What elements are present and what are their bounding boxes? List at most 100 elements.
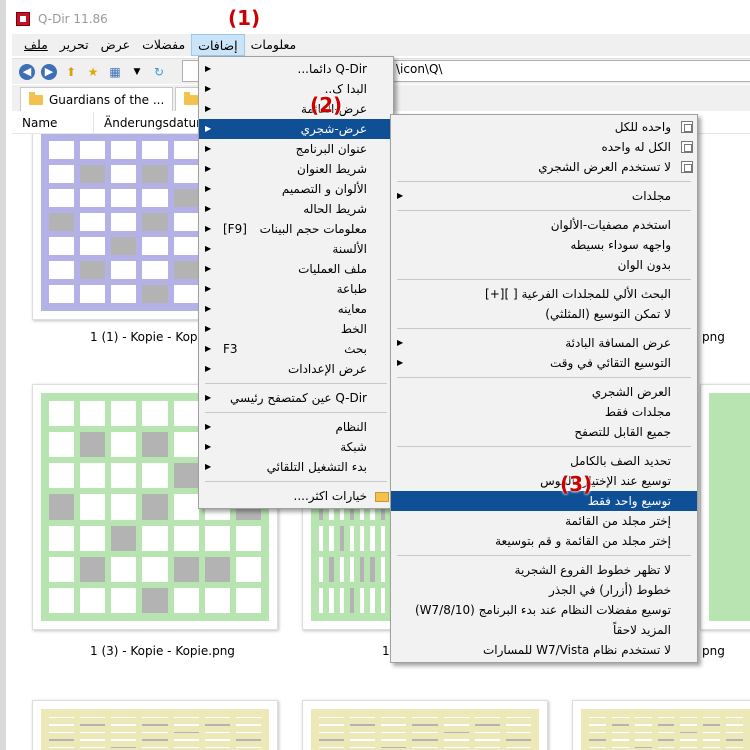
menu-favorites[interactable]: مفضلات — [136, 34, 191, 56]
file-thumbnail[interactable] — [572, 700, 750, 750]
thumbnail-cell — [49, 189, 75, 207]
menu-item[interactable]: Q-Dir دائما... ▶ — [199, 59, 393, 79]
menu-item[interactable]: الألوان و التصميم ▶ — [199, 179, 393, 199]
menu-item[interactable]: Q-Dir عين كمتصفح رئيسي ▶ — [199, 388, 393, 408]
menu-item[interactable]: شريط الحاله ▶ — [199, 199, 393, 219]
thumbnail-cell — [173, 141, 199, 159]
file-thumbnail[interactable] — [700, 384, 750, 630]
folder-icon — [29, 91, 43, 105]
menu-item[interactable]: واجهه سوداء بسيطه — [391, 235, 697, 255]
menu-item[interactable]: البحث الألي للمجلدات الفرعية [ ][+] — [391, 284, 697, 304]
tab-guardians[interactable]: Guardians of the ... — [20, 87, 174, 111]
thumbnail-cell — [142, 463, 168, 489]
menu-item[interactable]: واحده للكل — [391, 117, 697, 137]
menu-item[interactable]: شريط العنوان ▶ — [199, 159, 393, 179]
up-folder-button[interactable]: ⬆ — [62, 63, 80, 81]
menu-file[interactable]: ملف — [18, 34, 54, 56]
menu-item[interactable]: عرض الإعدادات ▶ — [199, 359, 393, 379]
thumbnail-cell — [319, 717, 345, 719]
thumbnail-cell — [204, 739, 230, 741]
favorites-button[interactable]: ★ — [84, 63, 102, 81]
file-name[interactable]: png — [702, 644, 725, 658]
menu-item[interactable]: عنوان البرنامج ▶ — [199, 139, 393, 159]
menu-item[interactable]: توسيع عند الإختيار بالموس — [391, 471, 697, 491]
menu-item[interactable]: لا تمكن التوسيع (المثلثي) — [391, 304, 697, 324]
submenu-arrow-icon: ▶ — [205, 364, 212, 373]
menu-item[interactable]: الألسنة ▶ — [199, 239, 393, 259]
file-name[interactable]: 1 — [382, 644, 390, 658]
refresh-button[interactable]: ↻ — [150, 63, 168, 81]
menu-item-label: لا تستخدم العرض الشجري — [538, 160, 671, 174]
menu-item[interactable]: توسيع واحد فقط — [391, 491, 697, 511]
menu-item[interactable]: توسيع مفضلات النظام عند بدء البرنامج (W7… — [391, 600, 697, 620]
menu-item[interactable]: طباعة ▶ — [199, 279, 393, 299]
thumbnail-cell — [111, 731, 137, 734]
menu-item[interactable]: خيارات اكثر.... — [199, 486, 393, 506]
menu-item[interactable]: إختر مجلد من القائمة و قم بتوسيعة — [391, 531, 697, 551]
menu-item[interactable]: لا تستخدم نظام W7/Vista للمسارات — [391, 640, 697, 660]
menu-item[interactable]: ملف العمليات ▶ — [199, 259, 393, 279]
thumbnail-cell — [329, 525, 334, 551]
menu-edit[interactable]: تحرير — [54, 34, 95, 56]
menu-item[interactable]: عرض-القائمة ▶ — [199, 99, 393, 119]
menu-item-label: تحديد الصف بالكامل — [570, 454, 671, 468]
menu-item[interactable]: عرض المسافة البادئة ▶ — [391, 333, 697, 353]
file-thumbnail[interactable] — [32, 700, 278, 750]
back-button[interactable]: ◀ — [18, 63, 36, 81]
menu-item-label: إختر مجلد من القائمة و قم بتوسيعة — [495, 534, 671, 548]
thumbnail-cell — [412, 724, 438, 726]
forward-button[interactable]: ▶ — [40, 63, 58, 81]
thumbnail-cell — [80, 189, 106, 207]
thumbnail-cell — [173, 432, 199, 458]
menu-item[interactable]: بدء التشغيل التلقائي ▶ — [199, 457, 393, 477]
thumbnail-cell — [381, 724, 407, 726]
menu-item[interactable]: النظام ▶ — [199, 417, 393, 437]
menu-item[interactable]: جميع القابل للتصفح — [391, 422, 697, 442]
thumbnail-cell — [80, 237, 106, 255]
menu-item[interactable]: العرض الشجري — [391, 382, 697, 402]
menu-item[interactable]: بحث F3 ▶ — [199, 339, 393, 359]
menu-item[interactable]: الخط ▶ — [199, 319, 393, 339]
view-mode-dropdown[interactable]: ▼ — [128, 63, 146, 81]
menu-item-label: معاينه — [337, 302, 367, 316]
menu-item[interactable]: استخدم مصفيات-الألوان — [391, 215, 697, 235]
menu-item[interactable]: إختر مجلد من القائمة — [391, 511, 697, 531]
file-name[interactable]: png — [702, 330, 725, 344]
menu-item-label: إختر مجلد من القائمة — [565, 514, 671, 528]
thumbnail-cell — [235, 724, 261, 726]
thumbnail-cell — [611, 724, 629, 726]
menu-item-label: طباعة — [336, 282, 367, 296]
menu-item[interactable]: البدا ک.. ▶ — [199, 79, 393, 99]
menu-item[interactable]: لا تظهر خطوط الفروع الشجرية — [391, 560, 697, 580]
menu-item-label: توسيع واحد فقط — [587, 494, 671, 508]
menu-item[interactable]: تحديد الصف بالكامل — [391, 451, 697, 471]
menu-item[interactable]: مجلدات ▶ — [391, 186, 697, 206]
menu-item[interactable]: شبكة ▶ — [199, 437, 393, 457]
menu-item[interactable]: معلومات حجم البينات [F9] ▶ — [199, 219, 393, 239]
menu-view[interactable]: عرض — [95, 34, 136, 56]
menu-item[interactable]: التوسيع التقائي في وقت ▶ — [391, 353, 697, 373]
menu-extras[interactable]: إضافات — [191, 34, 245, 56]
menu-item[interactable]: المزيد لاحقاً — [391, 620, 697, 640]
file-thumbnail[interactable] — [302, 700, 548, 750]
menu-info[interactable]: معلومات — [245, 34, 303, 56]
menu-item-label: المزيد لاحقاً — [613, 623, 671, 637]
menu-item[interactable]: عرض-شجري ▶ — [199, 119, 393, 139]
thumbnail-cell — [350, 717, 376, 719]
thumbnail-cell — [474, 739, 500, 741]
menu-item[interactable]: الكل له واحده — [391, 137, 697, 157]
menu-item[interactable]: معاينه ▶ — [199, 299, 393, 319]
menu-item-label: الألوان و التصميم — [281, 182, 367, 196]
menu-item[interactable]: بدون الوان — [391, 255, 697, 275]
column-date[interactable]: Änderungsdatum — [94, 111, 208, 134]
thumbnail-cell — [142, 165, 168, 183]
menu-separator — [397, 446, 691, 447]
file-name[interactable]: 1 (3) - Kopie - Kopie.png — [90, 644, 235, 658]
thumbnail-cell — [142, 717, 168, 719]
menu-item[interactable]: خطوط (أزرار) في الجذر — [391, 580, 697, 600]
submenu-arrow-icon: ▶ — [205, 164, 212, 173]
view-mode-button[interactable]: ▦ — [106, 63, 124, 81]
column-name[interactable]: Name — [12, 111, 94, 134]
menu-item[interactable]: لا تستخدم العرض الشجري — [391, 157, 697, 177]
menu-item[interactable]: مجلدات فقط — [391, 402, 697, 422]
